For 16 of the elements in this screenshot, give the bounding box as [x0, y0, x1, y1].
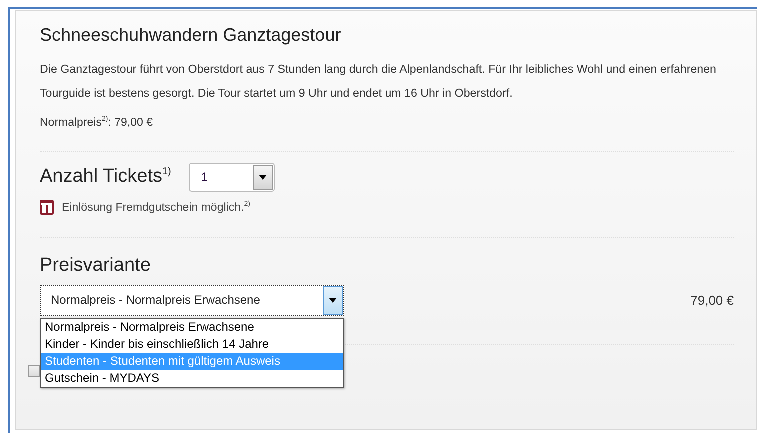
price-variant-label: Preisvariante: [40, 254, 152, 277]
tour-description: Die Ganztagestour führt von Oberstdort aus 7 Stunden lang durch die Alpenlandschaft. Für Ihr leibliches Wohl und einen erfahrenen Tourguide ist bestens gesorgt. Die Tour startet um 9 Uhr und endet um 16 Uhr in Oberstdorf.: [40, 62, 718, 102]
dropdown-option[interactable]: Normalpreis - Normalpreis Erwachsene: [41, 318, 343, 336]
dropdown-option[interactable]: Gutschein - MYDAYS: [41, 370, 343, 387]
price-variant-select[interactable]: Normalpreis - Normalpreis Erwachsene: [40, 284, 344, 316]
checkbox[interactable]: [28, 364, 40, 377]
ticket-count-select[interactable]: 1: [189, 162, 276, 192]
tickets-label: Anzahl Tickets$^{1)}$: [40, 166, 172, 188]
normal-price: Normalpreis$^{2)}$: 79,00 €: [40, 116, 154, 129]
tour-title: Schneeschuhwandern Ganztagestour: [40, 25, 342, 46]
voucher-note: Einlösung Fremdgutschein möglich.$^{2)}$: [62, 200, 250, 214]
caret-icon: [329, 298, 337, 303]
variant-price: 79,00 €: [690, 292, 734, 308]
gift-icon: [40, 200, 54, 215]
caret-icon: [259, 174, 268, 180]
dropdown-option[interactable]: Kinder - Kinder bis einschließlich 14 Jahre: [41, 336, 343, 353]
